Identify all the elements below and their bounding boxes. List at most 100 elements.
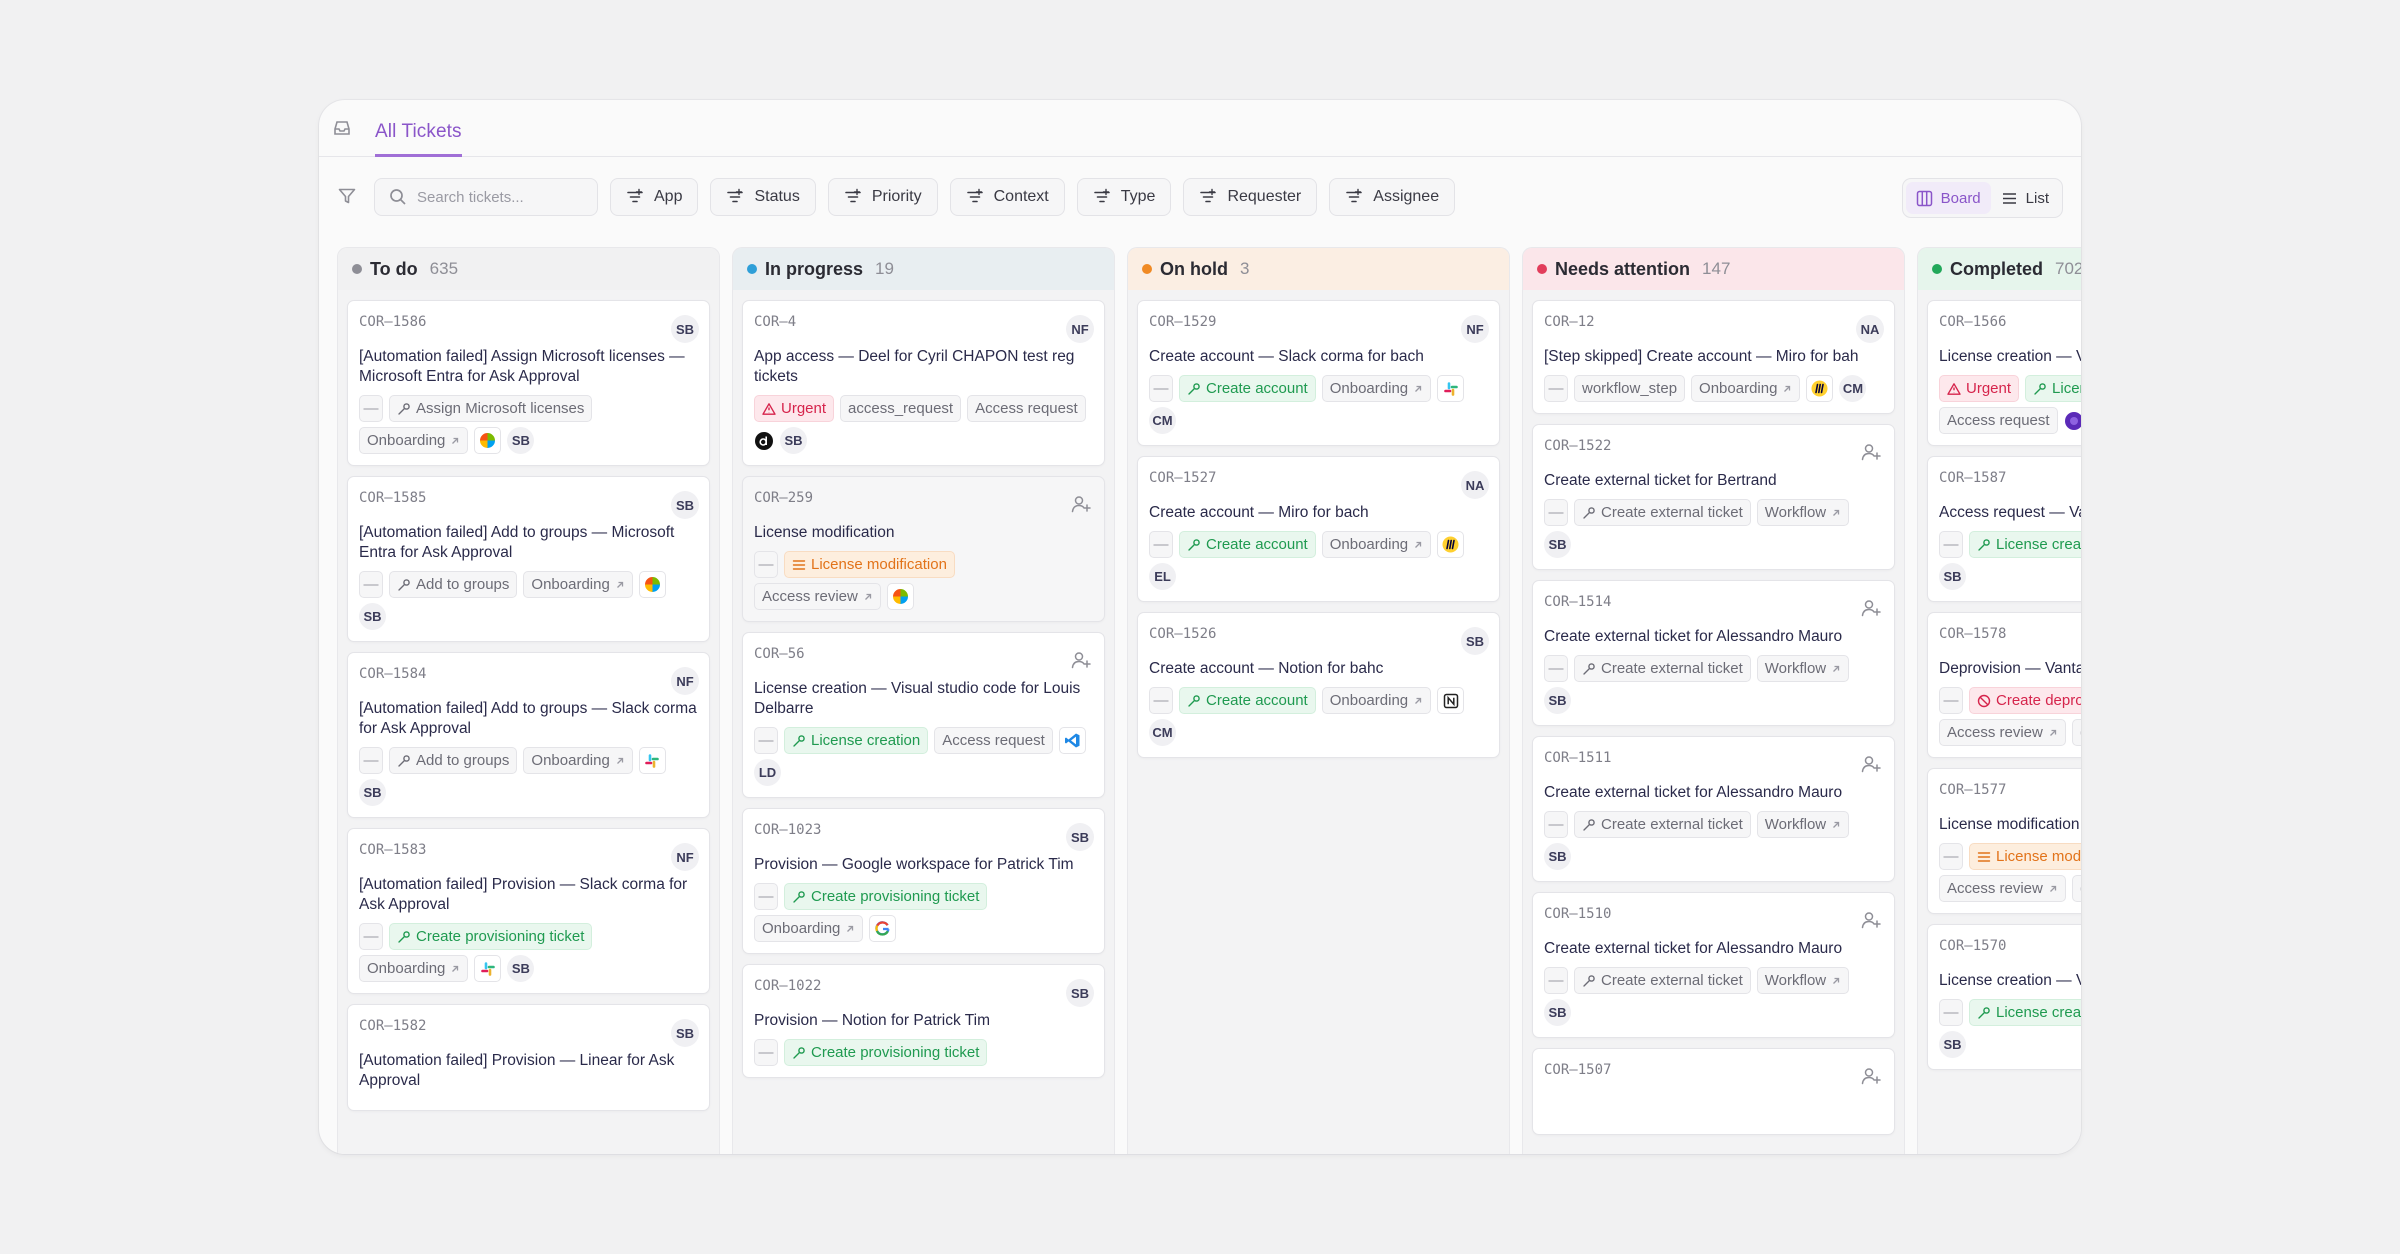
add-person-icon[interactable] — [1860, 441, 1882, 463]
ticket-card[interactable]: COR–259 License modification — License modi… — [742, 476, 1105, 622]
tag-chip[interactable]: Workflow — [1756, 499, 1850, 526]
tag-chip[interactable]: Assign Microsoft licenses — [389, 395, 593, 422]
ticket-card[interactable]: COR–4 NF App access — Deel for Cyril CHAPO… — [742, 300, 1105, 466]
add-person-icon[interactable] — [1860, 1065, 1882, 1087]
search-box[interactable] — [374, 178, 598, 216]
tag-chip[interactable]: Access request — [1939, 407, 2058, 434]
deel-icon[interactable] — [754, 427, 774, 454]
ticket-card[interactable]: COR–1526 SB Create account — Notion for ba… — [1137, 612, 1500, 758]
slack-icon[interactable] — [474, 955, 502, 982]
user-initials[interactable]: SB — [507, 955, 535, 982]
empty-field-chip[interactable]: — — [1544, 967, 1568, 994]
filter-app-button[interactable]: App — [610, 178, 699, 216]
filter-type-button[interactable]: Type — [1076, 178, 1172, 216]
tag-chip[interactable]: Create external ticket — [1574, 811, 1751, 838]
empty-field-chip[interactable]: — — [359, 395, 383, 422]
tag-chip[interactable]: Create depro — [1969, 687, 2081, 714]
ticket-card[interactable]: COR–1510 Create external ticket for Aless… — [1532, 892, 1895, 1038]
add-person-icon[interactable] — [1860, 909, 1882, 931]
tag-chip[interactable]: Onboarding — [754, 915, 864, 942]
add-person-icon[interactable] — [1070, 493, 1092, 515]
ticket-card[interactable]: COR–1514 Create external ticket for Aless… — [1532, 580, 1895, 726]
tag-chip[interactable]: License crea — [1969, 531, 2081, 558]
assignee-avatar[interactable]: SB — [671, 491, 699, 519]
tag-chip[interactable]: Create external ticket — [1574, 655, 1751, 682]
empty-field-chip[interactable]: — — [1939, 999, 1963, 1026]
tag-chip[interactable]: Access review — [1939, 875, 2066, 902]
ticket-card[interactable]: COR–1527 NA Create account — Miro for bach… — [1137, 456, 1500, 602]
tag-chip[interactable]: Onboarding — [1321, 687, 1432, 714]
assignee-avatar[interactable]: SB — [1066, 823, 1094, 851]
miro-icon[interactable] — [1437, 531, 1465, 558]
tag-chip[interactable]: Onboarding — [1321, 375, 1432, 402]
tag-chip[interactable]: ( — [2071, 875, 2081, 902]
empty-field-chip[interactable]: — — [1939, 531, 1963, 558]
empty-field-chip[interactable]: — — [1149, 375, 1173, 402]
tag-chip[interactable]: Urgent — [1939, 375, 2020, 402]
google-icon[interactable] — [869, 915, 897, 942]
tag-chip[interactable]: Create provisioning ticket — [784, 883, 988, 910]
filter-assignee-button[interactable]: Assignee — [1329, 178, 1456, 216]
empty-field-chip[interactable]: — — [359, 747, 383, 774]
tag-chip[interactable]: workflow_step — [1574, 375, 1686, 402]
tag-chip[interactable]: Workflow — [1756, 811, 1850, 838]
ticket-card[interactable]: COR–1583 NF [Automation failed] Provision … — [347, 828, 710, 994]
tag-chip[interactable]: Onboarding — [1691, 375, 1801, 402]
miro-icon[interactable] — [1806, 375, 1834, 402]
tag-chip[interactable]: Create external ticket — [1574, 967, 1751, 994]
assignee-avatar[interactable]: SB — [671, 1019, 699, 1047]
tag-chip[interactable]: Urgent — [754, 395, 835, 422]
ticket-card[interactable]: COR–1522 Create external ticket for Bertr… — [1532, 424, 1895, 570]
ticket-card[interactable]: COR–1578 Deprovision — Vanta f — Create dep… — [1927, 612, 2081, 758]
filter-context-button[interactable]: Context — [949, 178, 1065, 216]
user-initials[interactable]: SB — [1544, 843, 1571, 870]
tag-chip[interactable]: Create provisioning ticket — [389, 923, 593, 950]
slack-icon[interactable] — [638, 747, 666, 774]
user-initials[interactable]: SB — [507, 427, 535, 454]
tag-chip[interactable]: Access request — [967, 395, 1086, 422]
list-view-button[interactable]: List — [1991, 182, 2059, 214]
filter-icon[interactable] — [337, 186, 357, 206]
add-person-icon[interactable] — [1860, 597, 1882, 619]
add-person-icon[interactable] — [1860, 753, 1882, 775]
assignee-avatar[interactable]: NF — [671, 667, 699, 695]
empty-field-chip[interactable]: — — [1939, 843, 1963, 870]
user-initials[interactable]: SB — [1939, 563, 1966, 590]
ticket-card[interactable]: COR–1586 SB [Automation failed] Assign Mic… — [347, 300, 710, 466]
tag-chip[interactable]: License creation — [784, 727, 929, 754]
user-initials[interactable]: SB — [359, 603, 386, 630]
assignee-avatar[interactable]: NF — [1066, 315, 1094, 343]
notion-icon[interactable] — [1437, 687, 1465, 714]
tag-chip[interactable]: License modification — [784, 551, 955, 578]
ticket-card[interactable]: COR–1570 License creation — Va — License cr… — [1927, 924, 2081, 1070]
user-initials[interactable]: CM — [1149, 407, 1176, 434]
empty-field-chip[interactable]: — — [754, 1039, 778, 1066]
ticket-card[interactable]: COR–56 License creation — Visual studio c… — [742, 632, 1105, 798]
empty-field-chip[interactable]: — — [1544, 811, 1568, 838]
empty-field-chip[interactable]: — — [1939, 687, 1963, 714]
empty-field-chip[interactable]: — — [359, 923, 383, 950]
tag-chip[interactable]: Add to groups — [389, 747, 518, 774]
tag-chip[interactable]: License mod — [1969, 843, 2081, 870]
empty-field-chip[interactable]: — — [754, 883, 778, 910]
ticket-card[interactable]: COR–1511 Create external ticket for Aless… — [1532, 736, 1895, 882]
tab-all-tickets[interactable]: All Tickets — [375, 121, 462, 157]
tag-chip[interactable]: Access review — [754, 583, 881, 610]
tag-chip[interactable]: Create external ticket — [1574, 499, 1751, 526]
ticket-card[interactable]: COR–12 NA [Step skipped] Create account — … — [1532, 300, 1895, 414]
empty-field-chip[interactable]: — — [1544, 375, 1568, 402]
ticket-card[interactable]: COR–1577 License modification — License mod… — [1927, 768, 2081, 914]
microsoft-icon[interactable] — [638, 571, 666, 598]
tag-chip[interactable]: Access request — [934, 727, 1053, 754]
add-person-icon[interactable] — [1070, 649, 1092, 671]
tag-chip[interactable]: Create provisioning ticket — [784, 1039, 988, 1066]
assignee-avatar[interactable]: SB — [1066, 979, 1094, 1007]
user-initials[interactable]: SB — [1939, 1031, 1966, 1058]
tag-chip[interactable]: Onboarding — [359, 427, 469, 454]
tag-chip[interactable]: Create account — [1179, 531, 1316, 558]
tag-chip[interactable]: ( — [2071, 719, 2081, 746]
board-view-button[interactable]: Board — [1905, 182, 1991, 214]
filter-requester-button[interactable]: Requester — [1183, 178, 1318, 216]
user-initials[interactable]: SB — [1544, 531, 1571, 558]
ticket-card[interactable]: COR–1584 NF [Automation failed] Add to gro… — [347, 652, 710, 818]
